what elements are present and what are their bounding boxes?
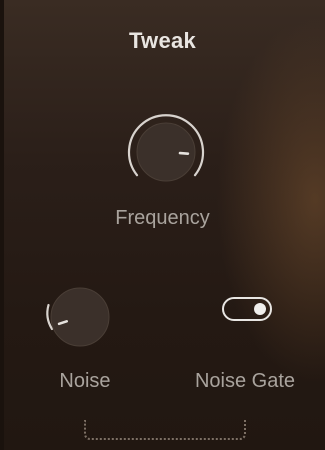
tweak-panel: Tweak Frequency Noise Noise Gate <box>0 0 325 450</box>
frequency-knob-body <box>136 122 196 182</box>
noise-gate-label: Noise Gate <box>194 370 296 392</box>
noise-knob[interactable] <box>42 283 122 353</box>
frequency-label: Frequency <box>115 207 210 229</box>
noise-gate-toggle[interactable] <box>222 297 272 321</box>
frequency-knob-pointer <box>178 151 190 156</box>
noise-gate-toggle-thumb <box>254 303 266 315</box>
panel-title: Tweak <box>128 28 197 53</box>
noise-label: Noise <box>59 370 111 392</box>
dotted-bracket-icon <box>84 420 246 440</box>
frequency-knob[interactable] <box>122 109 210 189</box>
noise-knob-body <box>50 287 110 347</box>
